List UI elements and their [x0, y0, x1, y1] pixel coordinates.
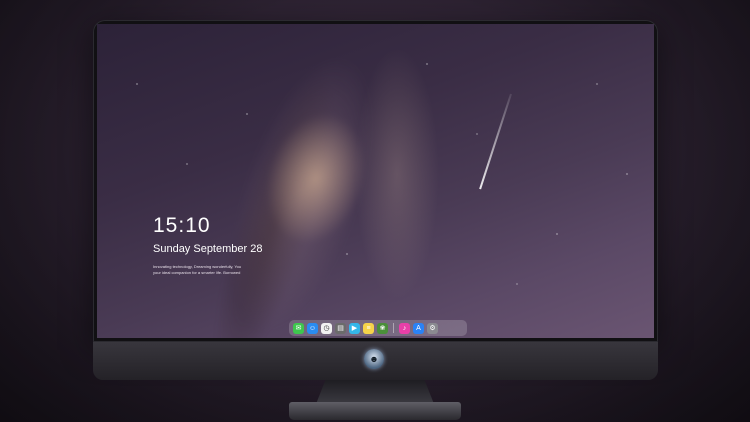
lockscreen-tagline: Innovating technology, Dreaming wonderfu…	[153, 264, 273, 276]
tagline-line-2: your ideal companion for a smarter life.…	[153, 270, 241, 275]
finder-icon[interactable]: ☺	[307, 322, 318, 334]
brand-logo-icon: ☻	[364, 349, 384, 369]
lockscreen-date: Sunday September 28	[153, 243, 263, 255]
photos-icon[interactable]: ❀	[377, 322, 388, 334]
desktop-screen: 15:10 Sunday September 28 Innovating tec…	[97, 24, 654, 338]
monitor-stand-base	[289, 402, 461, 420]
notes-icon[interactable]: ≡	[363, 322, 374, 334]
dock-separator	[393, 323, 394, 333]
imac-monitor: 15:10 Sunday September 28 Innovating tec…	[93, 20, 658, 380]
star-field	[97, 24, 654, 338]
monitor-stand-neck	[316, 380, 434, 404]
files-icon[interactable]: ▤	[335, 322, 346, 334]
messages-icon[interactable]: ✉	[293, 322, 304, 334]
store-icon[interactable]: A	[413, 322, 424, 334]
lockscreen-clock: 15:10	[153, 214, 211, 237]
clock-icon[interactable]: ◷	[321, 322, 332, 334]
settings-icon[interactable]: ⚙	[427, 322, 438, 334]
dock: ✉ ☺ ◷ ▤ ▶ ≡ ❀ ♪ A ⚙	[289, 320, 467, 336]
music-icon[interactable]: ♪	[399, 322, 410, 334]
screen-bezel: 15:10 Sunday September 28 Innovating tec…	[93, 20, 658, 342]
clapper-icon[interactable]: ▶	[349, 322, 360, 334]
